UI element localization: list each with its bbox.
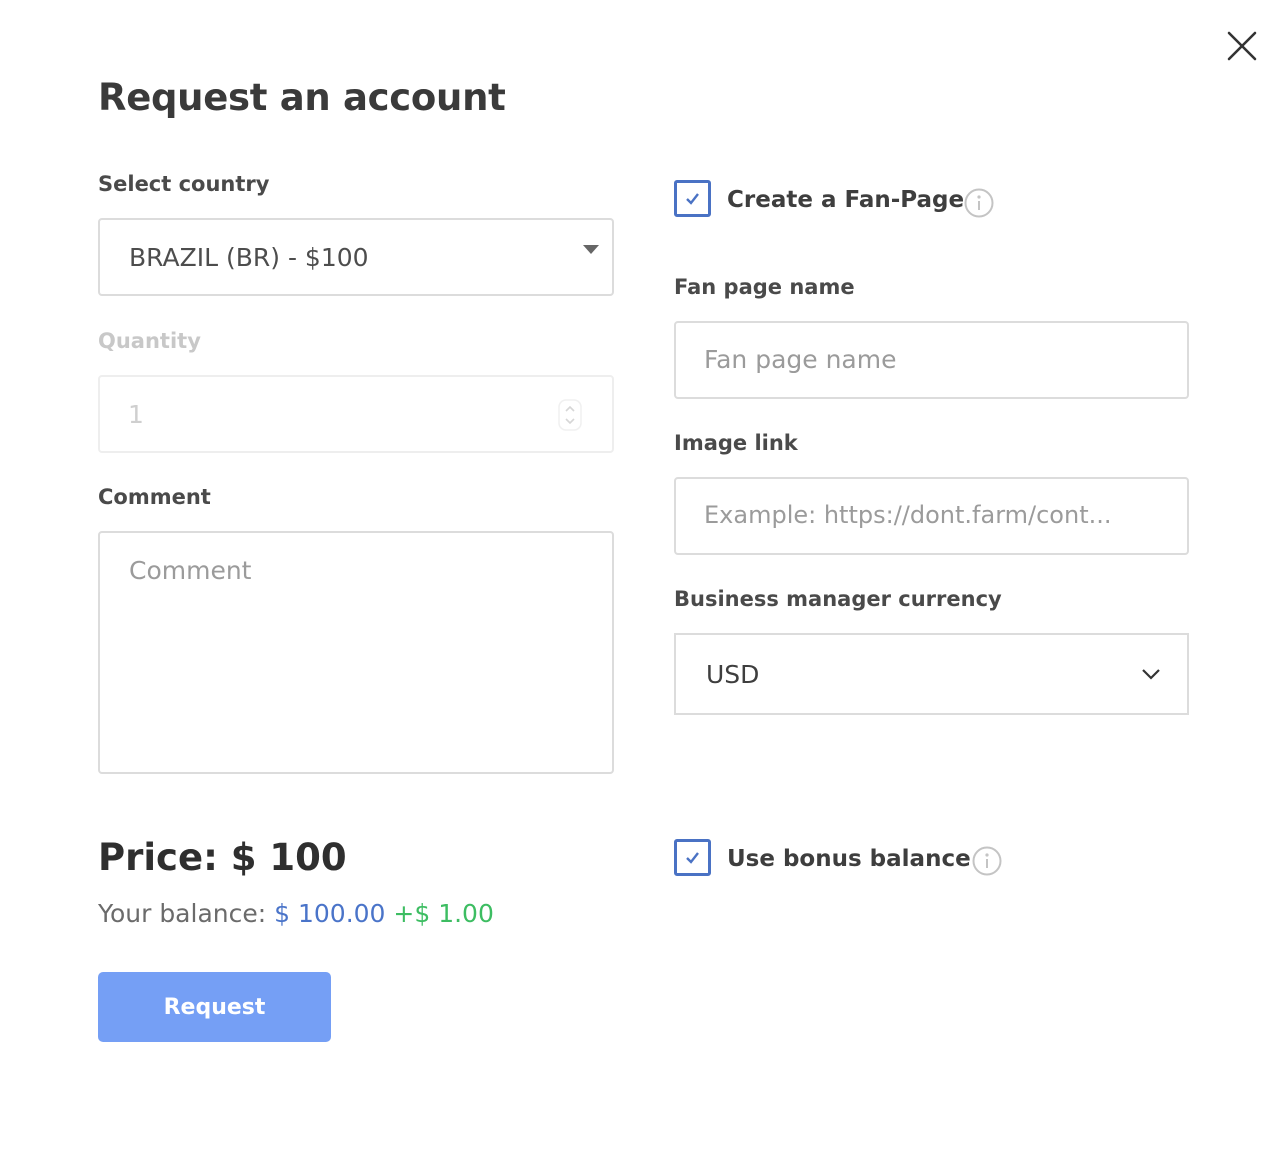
fanpage-name-label: Fan page name [674,275,855,299]
stepper-arrows-icon[interactable] [558,399,582,431]
bonus-balance-checkbox[interactable] [674,839,711,876]
bonus-amount: +$ 1.00 [393,899,494,928]
quantity-stepper[interactable]: 1 [98,375,614,453]
country-select[interactable]: BRAZIL (BR) - $100 [98,218,614,296]
chevron-down-icon [1142,669,1160,680]
modal-title: Request an account [98,76,506,119]
image-link-placeholder: Example: https://dont.farm/cont... [704,501,1112,529]
image-link-label: Image link [674,431,798,455]
fanpage-name-input[interactable]: Fan page name [674,321,1189,399]
country-label: Select country [98,172,270,196]
close-button[interactable] [1222,26,1262,66]
image-link-input[interactable]: Example: https://dont.farm/cont... [674,477,1189,555]
request-account-modal: Request an account Select country BRAZIL… [0,0,1278,1150]
comment-placeholder: Comment [129,556,252,585]
quantity-value: 1 [128,400,144,429]
comment-textarea[interactable]: Comment [98,531,614,774]
fanpage-checkbox[interactable] [674,180,711,217]
check-icon [686,852,699,864]
balance-amount: $ 100.00 [274,899,386,928]
close-icon [1227,31,1257,61]
info-icon[interactable] [964,188,994,218]
bonus-balance-label[interactable]: Use bonus balance [727,846,971,872]
currency-label: Business manager currency [674,587,1002,611]
fanpage-name-placeholder: Fan page name [704,345,897,374]
price-text: Price: $ 100 [98,836,347,879]
currency-select[interactable]: USD [674,633,1189,715]
currency-select-value: USD [706,660,760,689]
check-icon [686,193,699,205]
info-icon[interactable] [972,846,1002,876]
comment-label: Comment [98,485,211,509]
quantity-label: Quantity [98,329,201,353]
balance-line: Your balance: $ 100.00 +$ 1.00 [98,899,494,928]
caret-down-icon [583,245,599,254]
country-select-value: BRAZIL (BR) - $100 [129,243,369,272]
balance-label: Your balance: [98,899,267,928]
fanpage-checkbox-label[interactable]: Create a Fan-Page [727,187,964,213]
request-button[interactable]: Request [98,972,331,1042]
